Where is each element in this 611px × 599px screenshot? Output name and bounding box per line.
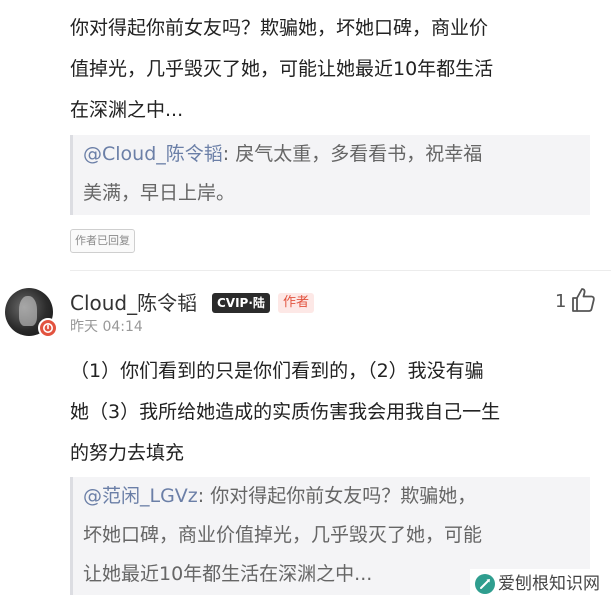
quoted-reply[interactable]: @Cloud_陈令韬: 戾气太重，多看看书，祝幸福 美满，早日上岸。 (70, 135, 590, 215)
thumbs-up-icon[interactable] (569, 286, 597, 318)
reply-line: 她（3）我所给她造成的实质伤害我会用我自己一生 (70, 401, 501, 423)
mention-link[interactable]: @Cloud_陈令韬 (83, 143, 223, 165)
quote-text: : 你对得起你前女友吗？欺骗她， (197, 485, 477, 507)
watermark-text: 爱刨根知识网 (498, 574, 600, 594)
reply-body: （1）你们看到的只是你们看到的，（2）我没有骗 她（3）我所给她造成的实质伤害我… (70, 351, 590, 474)
like-count: 1 (555, 291, 567, 312)
mention-link[interactable]: @范闲_LGVz (83, 485, 198, 507)
quote-text: 美满，早日上岸。 (83, 182, 236, 204)
timestamp: 昨天 04:14 (70, 319, 143, 335)
reply-line: 的努力去填充 (70, 442, 185, 464)
comment-line: 你对得起你前女友吗？欺骗她，坏她口碑，商业价 (70, 17, 489, 39)
comment-body: 你对得起你前女友吗？欺骗她，坏她口碑，商业价 值掉光，几乎毁灭了她，可能让她最近… (70, 8, 590, 131)
author-badge: 作者 (278, 293, 315, 313)
vip-badge: CVIP·陆 (212, 293, 270, 313)
verified-badge-icon (38, 318, 58, 338)
reply-line: （1）你们看到的只是你们看到的，（2）我没有骗 (70, 360, 484, 382)
quote-text: 坏她口碑，商业价值掉光，几乎毁灭了她，可能 (83, 524, 483, 546)
username[interactable]: Cloud_陈令韬 (70, 289, 197, 317)
watermark: 爱刨根知识网 (470, 569, 611, 599)
quote-text: : 戾气太重，多看看书，祝幸福 (222, 143, 483, 165)
author-replied-badge: 作者已回复 (70, 229, 135, 253)
shovel-logo-icon (475, 574, 495, 594)
comment-line: 在深渊之中... (70, 99, 184, 121)
divider (70, 270, 611, 271)
comment-line: 值掉光，几乎毁灭了她，可能让她最近10年都生活 (70, 58, 494, 80)
